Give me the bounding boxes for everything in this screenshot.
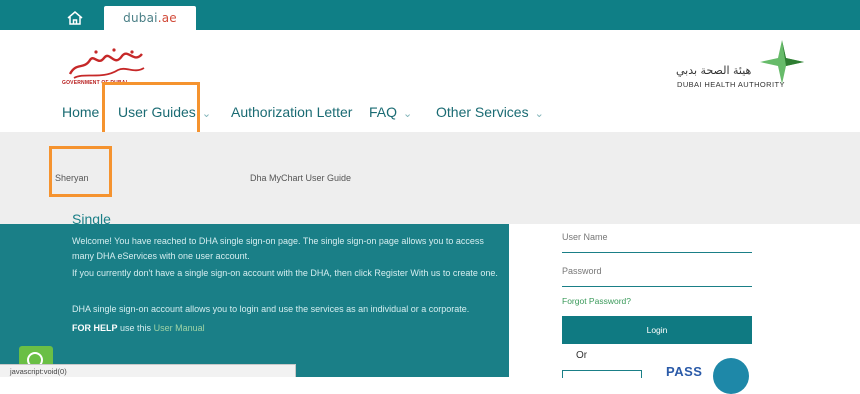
nav-other-services-label: Other Services (436, 104, 529, 120)
help-line: FOR HELP use this User Manual (72, 321, 502, 336)
dubai-ae-tab[interactable]: dubai.ae (104, 6, 196, 30)
login-button[interactable]: Login (562, 316, 752, 344)
submenu-item-sheryan[interactable]: Sheryan (55, 173, 89, 183)
nav-other-services[interactable]: Other Services ⌄ (436, 104, 544, 120)
username-field[interactable]: User Name (562, 232, 752, 253)
password-field[interactable]: Password (562, 266, 752, 287)
nav-faq-label: FAQ (369, 104, 398, 120)
register-paragraph: If you currently don't have a single sig… (72, 268, 498, 278)
home-icon (67, 11, 83, 25)
home-icon-button[interactable] (60, 6, 90, 30)
or-separator: Or (576, 350, 588, 361)
chevron-down-icon: ⌄ (201, 108, 212, 120)
nav-authorization-letter[interactable]: Authorization Letter (231, 104, 352, 120)
partially-hidden-heading: Single (72, 211, 111, 227)
help-label: FOR HELP (72, 323, 118, 333)
help-text: use this (120, 323, 152, 333)
dubai-ae-logo: dubai.ae (123, 11, 177, 25)
chevron-down-icon: ⌄ (403, 108, 413, 120)
nav-home[interactable]: Home (62, 104, 99, 120)
dha-english-name: DUBAI HEALTH AUTHORITY (677, 80, 785, 89)
highlight-box-sheryan (49, 146, 112, 197)
sso-paragraph: DHA single sign-on account allows you to… (72, 304, 470, 314)
uae-pass-icon[interactable] (713, 358, 749, 394)
dha-arabic-name: هيئة الصحة بدبي (676, 64, 752, 77)
forgot-password-link[interactable]: Forgot Password? (562, 296, 631, 306)
browser-status-bar: javascript:void(0) (0, 364, 296, 377)
nav-user-guides[interactable]: User Guides ⌄ (118, 104, 211, 120)
submenu-item-dha-mychart[interactable]: Dha MyChart User Guide (250, 173, 351, 183)
chevron-down-icon: ⌄ (534, 108, 544, 120)
user-manual-link[interactable]: User Manual (154, 323, 205, 333)
welcome-paragraph: Welcome! You have reached to DHA single … (72, 236, 484, 261)
user-guides-submenu (0, 132, 860, 224)
nav-faq[interactable]: FAQ ⌄ (369, 104, 412, 120)
nav-user-guides-label: User Guides (118, 104, 196, 120)
